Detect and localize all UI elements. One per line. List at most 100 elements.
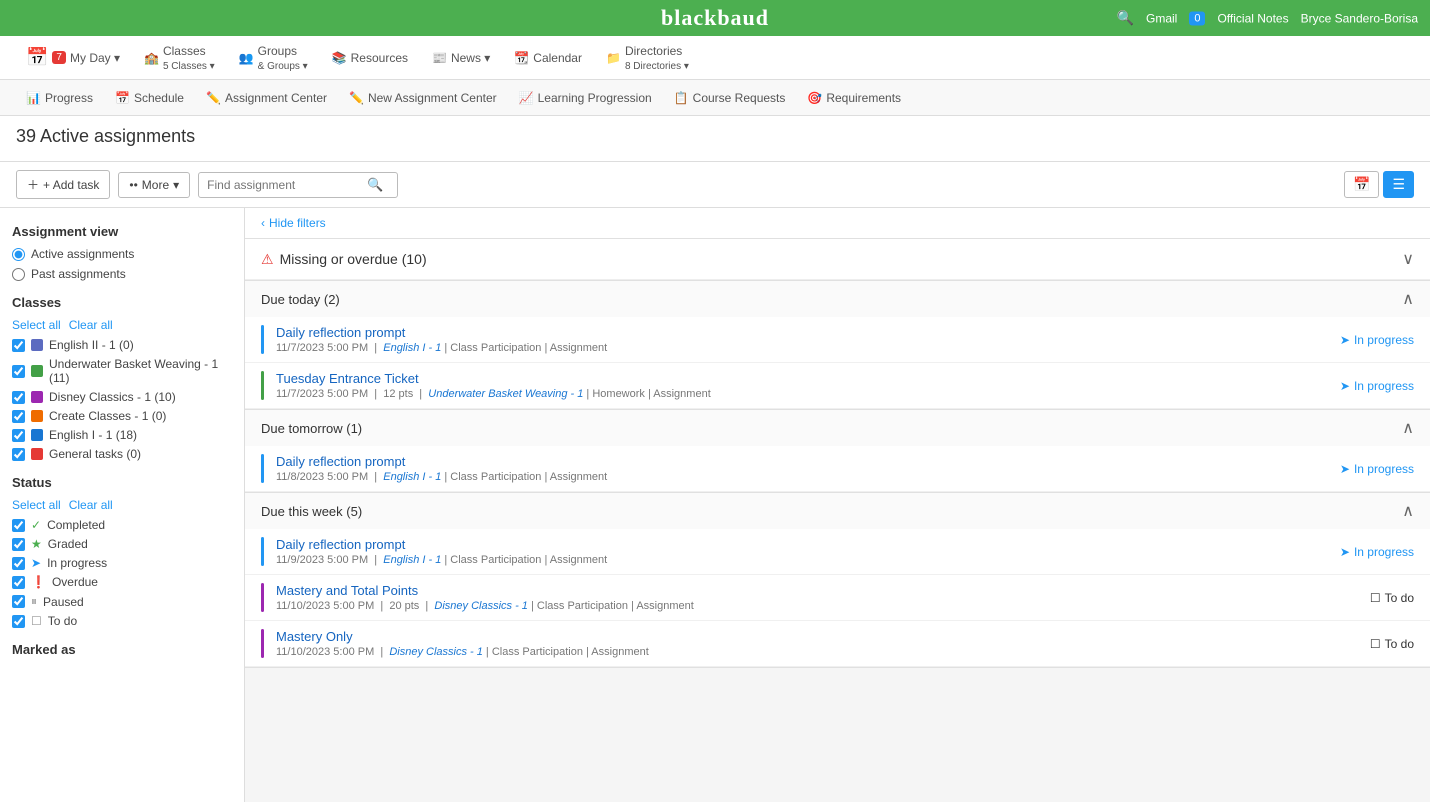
assignment-name[interactable]: Tuesday Entrance Ticket xyxy=(276,371,419,386)
class-filter-item[interactable]: English II - 1 (0) xyxy=(12,338,232,352)
tertiary-progress[interactable]: 📊 Progress xyxy=(16,87,103,109)
status-filter-item[interactable]: ⏸ Paused xyxy=(12,594,232,609)
tertiary-assignment-center[interactable]: ✏️ Assignment Center xyxy=(196,87,337,109)
search-input[interactable] xyxy=(207,178,367,192)
class-link[interactable]: English I - 1 xyxy=(383,342,441,354)
class-filter-item[interactable]: Create Classes - 1 (0) xyxy=(12,409,232,423)
list-view-button[interactable]: ☰ xyxy=(1383,171,1414,198)
class-link[interactable]: Underwater Basket Weaving - 1 xyxy=(428,388,583,400)
tertiary-course-requests[interactable]: 📋 Course Requests xyxy=(664,87,796,109)
status-select-all[interactable]: Select all xyxy=(12,498,61,512)
active-assignments-radio-input[interactable] xyxy=(12,248,25,261)
class-filter-checkbox[interactable] xyxy=(12,429,25,442)
nav-calendar-label: Calendar xyxy=(533,51,582,65)
assignment-name[interactable]: Mastery Only xyxy=(276,629,353,644)
status-filter-item[interactable]: ★ Graded xyxy=(12,537,232,551)
past-assignments-radio-input[interactable] xyxy=(12,268,25,281)
assignment-name[interactable]: Daily reflection prompt xyxy=(276,454,405,469)
tertiary-schedule[interactable]: 📅 Schedule xyxy=(105,87,194,109)
learning-progression-icon: 📈 xyxy=(519,91,534,105)
class-filter-checkbox[interactable] xyxy=(12,339,25,352)
assignment-name[interactable]: Daily reflection prompt xyxy=(276,325,405,340)
class-filter-item[interactable]: General tasks (0) xyxy=(12,447,232,461)
classes-select-all[interactable]: Select all xyxy=(12,318,61,332)
past-assignments-radio[interactable]: Past assignments xyxy=(12,267,232,281)
class-color-dot xyxy=(31,365,43,377)
class-link[interactable]: Disney Classics - 1 xyxy=(389,646,483,658)
requirements-icon: 🎯 xyxy=(807,91,822,105)
nav-myday[interactable]: 📅 7 My Day ▾ xyxy=(16,41,130,74)
status-filter-checkbox[interactable] xyxy=(12,615,25,628)
status-label: In progress xyxy=(1354,462,1414,476)
class-filter-item[interactable]: Underwater Basket Weaving - 1 (11) xyxy=(12,357,232,385)
status-filter-item[interactable]: ✓ Completed xyxy=(12,518,232,532)
add-task-button[interactable]: ＋ + Add task xyxy=(16,170,110,199)
status-filter-checkbox[interactable] xyxy=(12,538,25,551)
class-filter-checkbox[interactable] xyxy=(12,391,25,404)
nav-classes[interactable]: 🏫 Classes5 Classes ▾ xyxy=(134,38,225,78)
nav-groups[interactable]: 👥 Groups& Groups ▾ xyxy=(229,38,318,78)
toolbar: ＋ + Add task •• More ▾ 🔍 📅 ☰ xyxy=(0,162,1430,208)
due-today-section: Due today (2) ∧ Daily reflection prompt … xyxy=(245,281,1430,410)
classes-icon: 🏫 xyxy=(144,51,159,65)
assignment-meta: 11/9/2023 5:00 PM | English I - 1 | Clas… xyxy=(276,554,1340,566)
class-filter-item[interactable]: Disney Classics - 1 (10) xyxy=(12,390,232,404)
class-link[interactable]: Disney Classics - 1 xyxy=(434,600,528,612)
more-button[interactable]: •• More ▾ xyxy=(118,172,190,198)
nav-resources[interactable]: 📚 Resources xyxy=(322,45,418,71)
classes-clear-all[interactable]: Clear all xyxy=(69,318,113,332)
assignment-content: Tuesday Entrance Ticket 11/7/2023 5:00 P… xyxy=(276,371,1340,400)
new-assignment-center-icon: ✏️ xyxy=(349,91,364,105)
assignment-name[interactable]: Mastery and Total Points xyxy=(276,583,418,598)
assignment-name[interactable]: Daily reflection prompt xyxy=(276,537,405,552)
status-filter-item[interactable]: ➤ In progress xyxy=(12,556,232,570)
page-content: Assignment view Active assignments Past … xyxy=(0,208,1430,802)
due-tomorrow-collapse-button[interactable]: ∧ xyxy=(1402,418,1414,438)
class-filter-checkbox[interactable] xyxy=(12,365,25,378)
class-filter-checkbox[interactable] xyxy=(12,410,25,423)
status-filter-item[interactable]: ☐ To do xyxy=(12,614,232,628)
status-filter-checkbox[interactable] xyxy=(12,519,25,532)
class-filter-checkbox[interactable] xyxy=(12,448,25,461)
search-icon[interactable]: 🔍 xyxy=(1117,10,1134,27)
missing-overdue-collapse-button[interactable]: ∨ xyxy=(1402,249,1414,269)
tertiary-requirements[interactable]: 🎯 Requirements xyxy=(797,87,911,109)
class-filter-label: General tasks (0) xyxy=(49,447,141,461)
tertiary-new-assignment-center[interactable]: ✏️ New Assignment Center xyxy=(339,87,507,109)
due-today-collapse-button[interactable]: ∧ xyxy=(1402,289,1414,309)
class-link[interactable]: English I - 1 xyxy=(383,471,441,483)
view-options: Active assignments Past assignments xyxy=(12,247,232,281)
notes-label[interactable]: Official Notes xyxy=(1217,11,1288,25)
active-assignments-radio[interactable]: Active assignments xyxy=(12,247,232,261)
nav-calendar[interactable]: 📆 Calendar xyxy=(504,45,592,71)
hide-filters-button[interactable]: ‹ Hide filters xyxy=(261,216,1414,230)
status-filter-checkbox[interactable] xyxy=(12,576,25,589)
assignment-status: ➤ In progress xyxy=(1340,454,1414,483)
add-task-label: + Add task xyxy=(43,178,99,192)
status-clear-all[interactable]: Clear all xyxy=(69,498,113,512)
directories-icon: 📁 xyxy=(606,51,621,65)
search-magnifier-icon[interactable]: 🔍 xyxy=(367,177,383,193)
filter-bar: ‹ Hide filters xyxy=(245,208,1430,239)
class-link[interactable]: English I - 1 xyxy=(383,554,441,566)
status-filter-checkbox[interactable] xyxy=(12,595,25,608)
status-filter-checkbox[interactable] xyxy=(12,557,25,570)
class-color-dot xyxy=(31,339,43,351)
nav-directories[interactable]: 📁 Directories8 Directories ▾ xyxy=(596,38,699,78)
assignment-content: Mastery Only 11/10/2023 5:00 PM | Disney… xyxy=(276,629,1370,658)
table-row: Tuesday Entrance Ticket 11/7/2023 5:00 P… xyxy=(245,363,1430,409)
calendar-view-button[interactable]: 📅 xyxy=(1344,171,1379,198)
search-box[interactable]: 🔍 xyxy=(198,172,398,198)
tertiary-progress-label: Progress xyxy=(45,91,93,105)
nav-news[interactable]: 📰 News ▾ xyxy=(422,45,500,71)
tertiary-learning-progression[interactable]: 📈 Learning Progression xyxy=(509,87,662,109)
class-filter-label: Create Classes - 1 (0) xyxy=(49,409,166,423)
assignment-bar xyxy=(261,371,264,400)
todo-checkbox-icon: ☐ xyxy=(1370,637,1381,651)
tertiary-course-requests-label: Course Requests xyxy=(693,91,786,105)
user-name[interactable]: Bryce Sandero-Borisa xyxy=(1301,11,1418,25)
class-filter-item[interactable]: English I - 1 (18) xyxy=(12,428,232,442)
gmail-link[interactable]: Gmail xyxy=(1146,11,1177,25)
status-filter-item[interactable]: ❗ Overdue xyxy=(12,575,232,589)
due-this-week-collapse-button[interactable]: ∧ xyxy=(1402,501,1414,521)
